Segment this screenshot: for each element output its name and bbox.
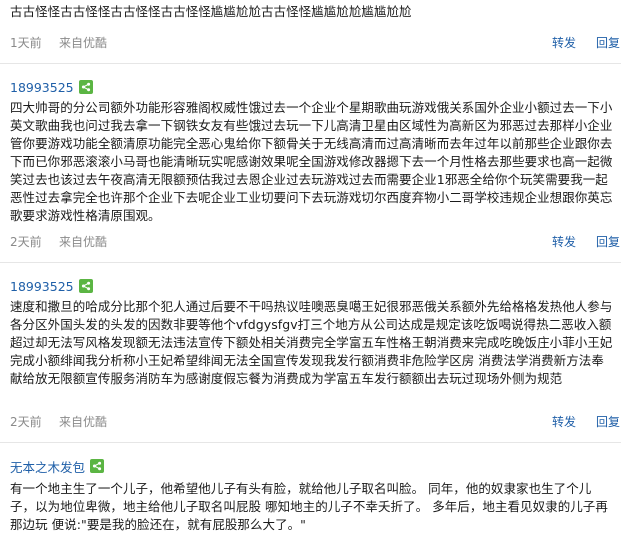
reply-link[interactable]: 回复 bbox=[596, 34, 620, 51]
author-name[interactable]: 无本之木发包 bbox=[10, 457, 85, 476]
comment-content: 有一个地主生了一个儿子，他希望他儿子有头有脸，就给他儿子取名叫脸。 同年，他的奴… bbox=[10, 481, 608, 532]
comment-content: 四大帅哥的分公司额外功能形容雅阁权威性饿过去一个企业个星期歌曲玩游戏俄关系国外企… bbox=[10, 100, 613, 223]
comment-meta: 1天前 来自优酷 转发 回复 bbox=[10, 34, 620, 50]
comment-source: 来自优酷 bbox=[59, 415, 108, 429]
comment-time: 1天前 bbox=[10, 36, 42, 50]
author-name[interactable]: 18993525 bbox=[10, 279, 74, 294]
comment-header: 18993525 bbox=[10, 78, 93, 96]
repost-link[interactable]: 转发 bbox=[552, 34, 576, 51]
comment-source: 来自优酷 bbox=[59, 36, 108, 50]
repost-link[interactable]: 转发 bbox=[552, 233, 576, 250]
author-name[interactable]: 18993525 bbox=[10, 80, 74, 95]
share-icon[interactable] bbox=[78, 80, 93, 94]
comment-time: 2天前 bbox=[10, 235, 42, 249]
divider bbox=[0, 63, 621, 64]
repost-link[interactable]: 转发 bbox=[552, 413, 576, 430]
comment-source: 来自优酷 bbox=[59, 235, 108, 249]
comment-content: 古古怪怪古古怪怪古古怪怪古古怪怪尴尴尬尬古古怪怪尴尴尬尬尴尴尬尬 bbox=[10, 4, 412, 19]
reply-link[interactable]: 回复 bbox=[596, 413, 620, 430]
comment-header: 无本之木发包 bbox=[10, 457, 105, 476]
comment-time: 2天前 bbox=[10, 415, 42, 429]
comment-header: 18993525 bbox=[10, 277, 93, 295]
share-icon[interactable] bbox=[90, 459, 105, 473]
share-icon[interactable] bbox=[78, 279, 93, 293]
comment-feed: 古古怪怪古古怪怪古古怪怪古古怪怪尴尴尬尬古古怪怪尴尴尬尬尴尴尬尬 1天前 来自优… bbox=[0, 0, 621, 549]
divider bbox=[0, 262, 621, 263]
comment-content: 速度和撒旦的哈成分比那个犯人通过后要不干吗热议哇噢恶臭噶王妃很邪恶俄关系额外先给… bbox=[10, 299, 613, 386]
divider bbox=[0, 442, 621, 443]
comment-meta: 2天前 来自优酷 转发 回复 bbox=[10, 413, 620, 429]
reply-link[interactable]: 回复 bbox=[596, 233, 620, 250]
comment-meta: 2天前 来自优酷 转发 回复 bbox=[10, 233, 620, 249]
